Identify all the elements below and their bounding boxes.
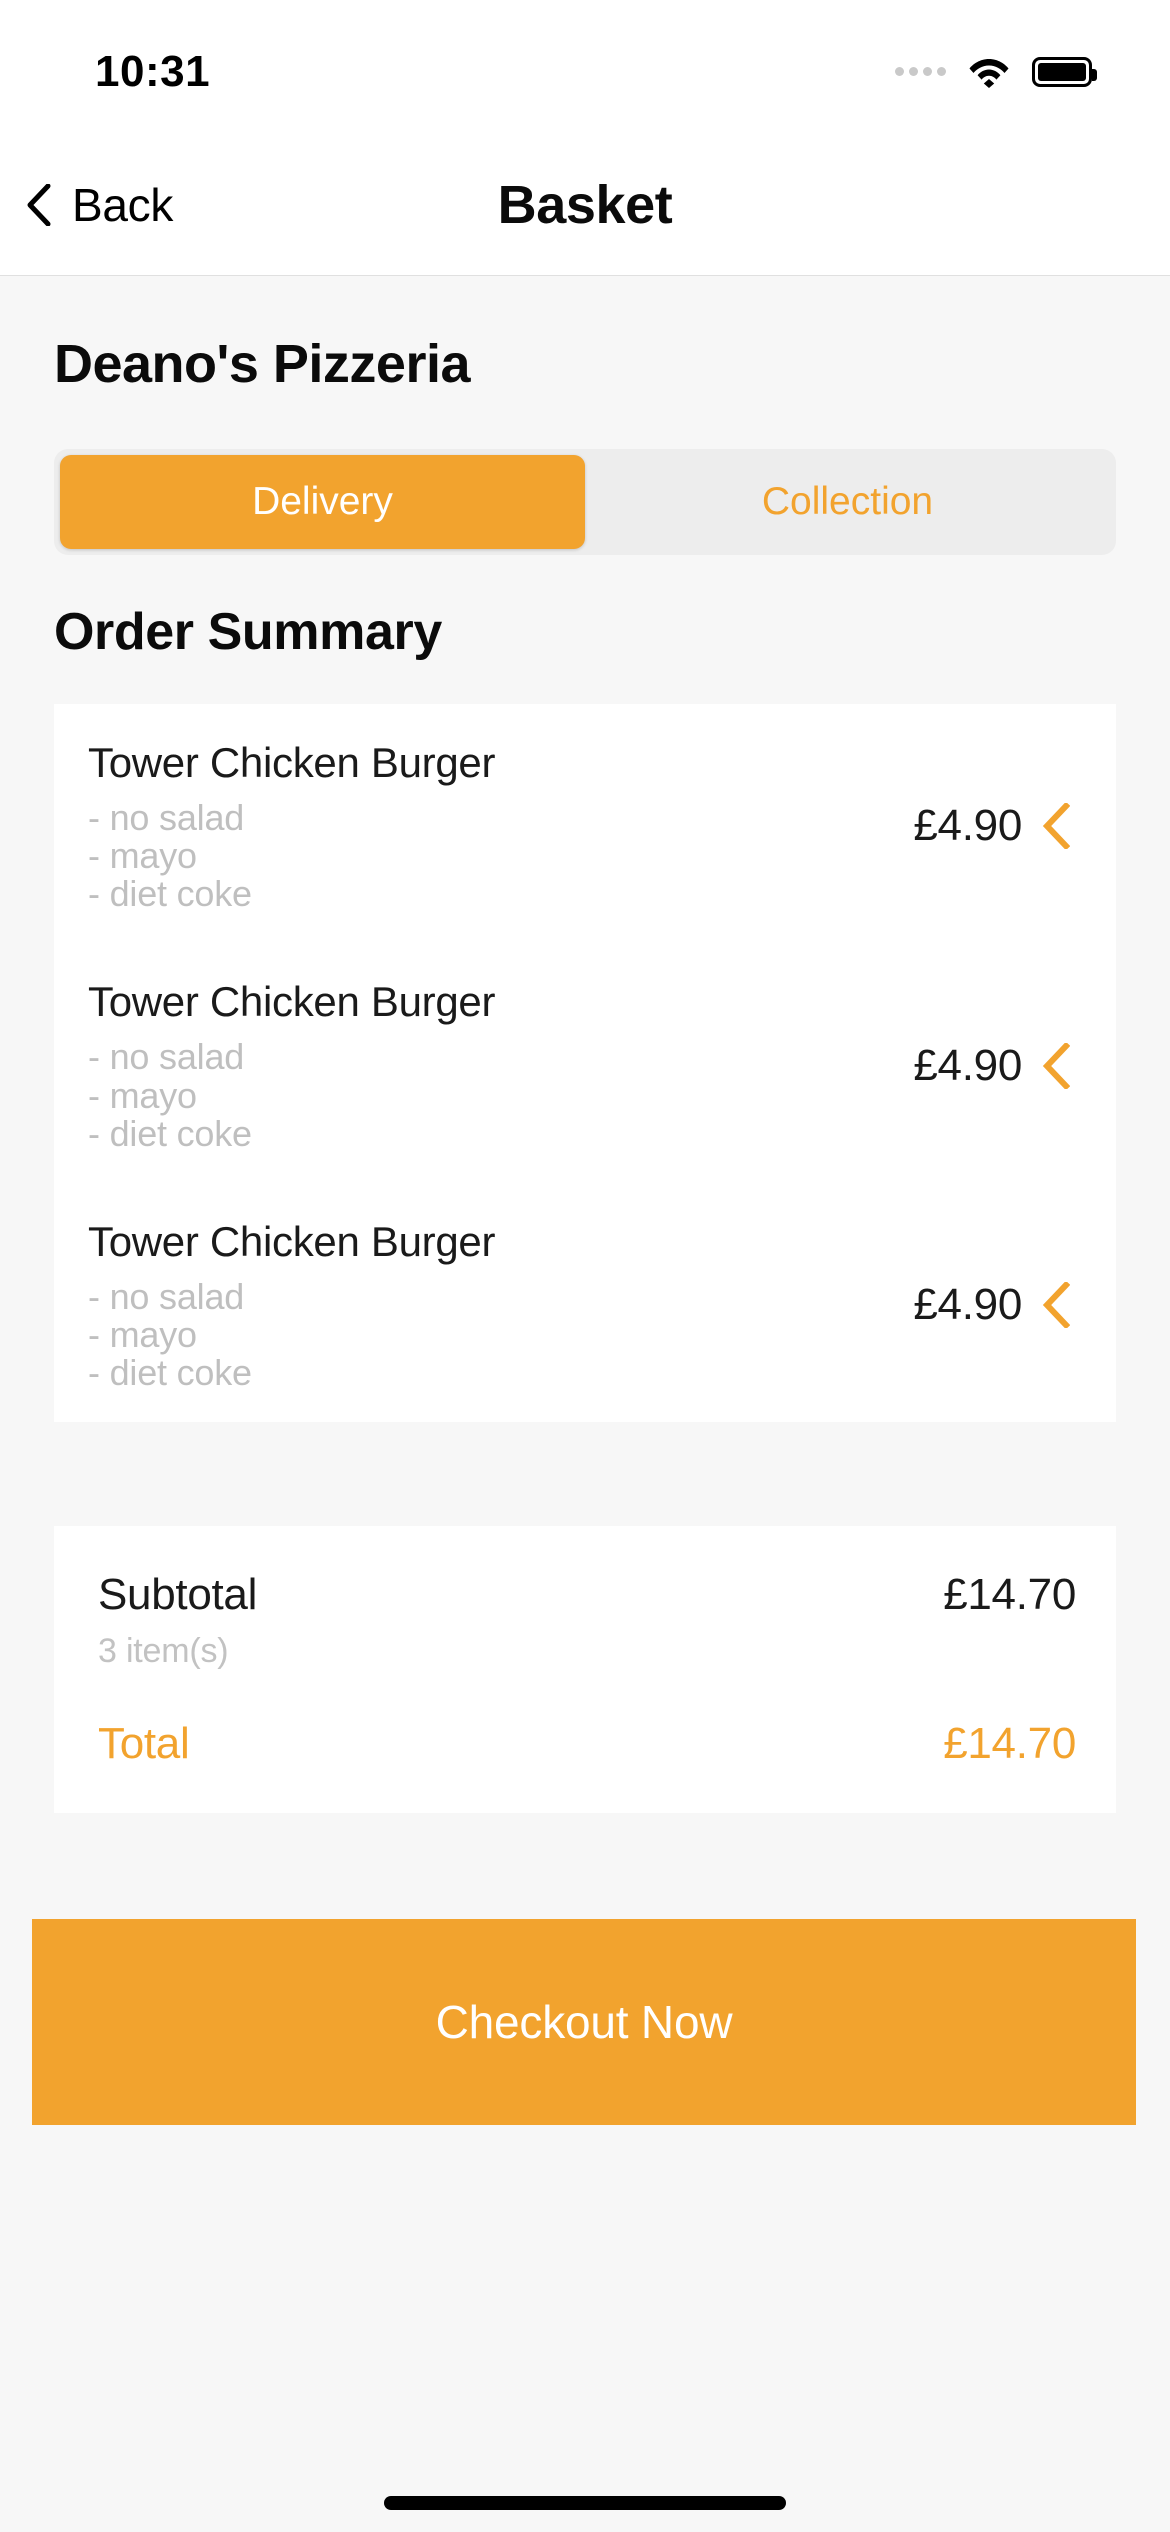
- total-row: Total £14.70: [98, 1719, 1076, 1769]
- totals-card: Subtotal £14.70 3 item(s) Total £14.70: [54, 1526, 1116, 1813]
- chevron-left-icon[interactable]: [1042, 803, 1070, 849]
- chevron-left-icon: [26, 184, 52, 226]
- order-summary-heading: Order Summary: [54, 602, 1170, 662]
- order-items-card: Tower Chicken Burger - no salad - mayo -…: [54, 704, 1116, 1422]
- item-option: - no salad: [88, 1038, 495, 1076]
- status-indicators: [895, 56, 1092, 88]
- chevron-left-icon[interactable]: [1042, 1282, 1070, 1328]
- item-price: £4.90: [913, 1041, 1022, 1091]
- tab-collection[interactable]: Collection: [585, 455, 1110, 549]
- table-row[interactable]: Tower Chicken Burger - no salad - mayo -…: [54, 1183, 1116, 1422]
- item-option: - diet coke: [88, 1354, 495, 1392]
- item-option: - mayo: [88, 1077, 495, 1115]
- table-row[interactable]: Tower Chicken Burger - no salad - mayo -…: [54, 943, 1116, 1182]
- item-name: Tower Chicken Burger: [88, 1218, 495, 1266]
- item-option: - diet coke: [88, 875, 495, 913]
- item-option: - no salad: [88, 799, 495, 837]
- subtotal-value: £14.70: [943, 1570, 1076, 1620]
- item-option: - no salad: [88, 1278, 495, 1316]
- status-time: 10:31: [95, 47, 210, 97]
- subtotal-label: Subtotal: [98, 1570, 257, 1620]
- wifi-icon: [968, 56, 1010, 88]
- item-option: - mayo: [88, 1316, 495, 1354]
- subtotal-row: Subtotal £14.70: [98, 1570, 1076, 1620]
- item-count: 3 item(s): [98, 1632, 1076, 1671]
- total-label: Total: [98, 1719, 189, 1769]
- item-name: Tower Chicken Burger: [88, 978, 495, 1026]
- total-value: £14.70: [943, 1719, 1076, 1769]
- item-price-group: £4.90: [913, 801, 1086, 851]
- item-details: Tower Chicken Burger - no salad - mayo -…: [88, 1218, 495, 1392]
- fulfilment-segmented-control: Delivery Collection: [54, 449, 1116, 555]
- content-scroll-area[interactable]: Deano's Pizzeria Delivery Collection Ord…: [0, 277, 1170, 2532]
- item-details: Tower Chicken Burger - no salad - mayo -…: [88, 739, 495, 913]
- table-row[interactable]: Tower Chicken Burger - no salad - mayo -…: [54, 704, 1116, 943]
- back-button[interactable]: Back: [26, 178, 173, 232]
- battery-full-icon: [1032, 57, 1092, 87]
- item-option: - diet coke: [88, 1115, 495, 1153]
- checkout-button[interactable]: Checkout Now: [32, 1919, 1136, 2125]
- page-title: Basket: [0, 174, 1170, 236]
- item-name: Tower Chicken Burger: [88, 739, 495, 787]
- item-price-group: £4.90: [913, 1041, 1086, 1091]
- status-bar: 10:31: [0, 0, 1170, 135]
- home-indicator: [384, 2496, 786, 2510]
- tab-delivery[interactable]: Delivery: [60, 455, 585, 549]
- chevron-left-icon[interactable]: [1042, 1043, 1070, 1089]
- item-option: - mayo: [88, 837, 495, 875]
- item-details: Tower Chicken Burger - no salad - mayo -…: [88, 978, 495, 1152]
- signal-dots-icon: [895, 67, 946, 76]
- back-button-label: Back: [72, 178, 173, 232]
- item-price: £4.90: [913, 801, 1022, 851]
- checkout-button-label: Checkout Now: [436, 1995, 733, 2049]
- item-price-group: £4.90: [913, 1280, 1086, 1330]
- nav-bar: Back Basket: [0, 135, 1170, 276]
- item-price: £4.90: [913, 1280, 1022, 1330]
- restaurant-name: Deano's Pizzeria: [54, 333, 1170, 395]
- app-screen: 10:31 Back Basket: [0, 0, 1170, 2532]
